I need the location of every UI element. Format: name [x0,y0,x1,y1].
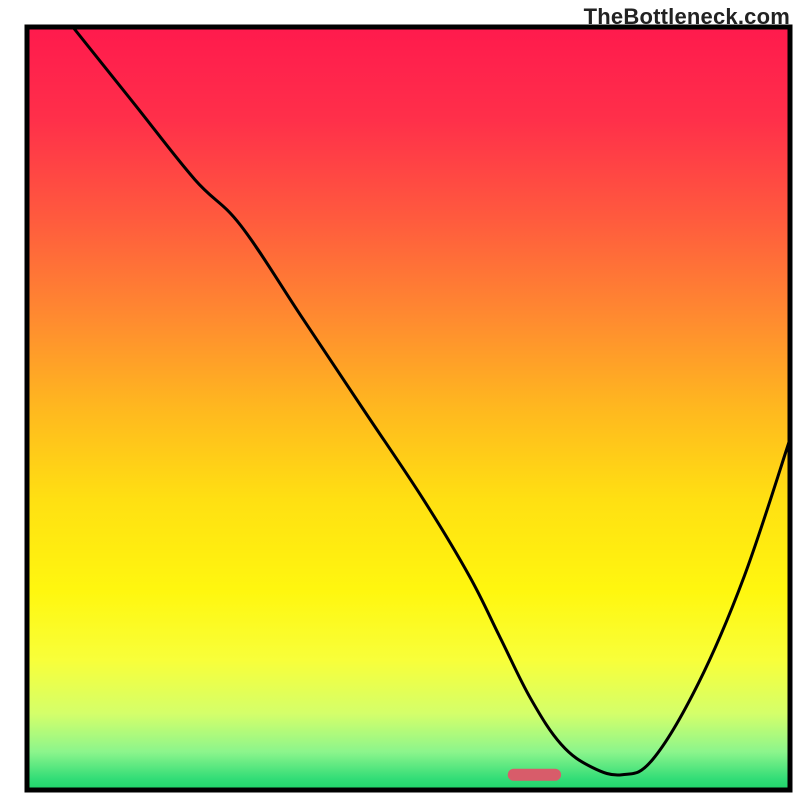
optimal-marker [508,769,561,781]
bottleneck-chart [0,0,800,800]
watermark-text: TheBottleneck.com [584,4,790,30]
gradient-background [27,27,790,790]
chart-container: TheBottleneck.com [0,0,800,800]
